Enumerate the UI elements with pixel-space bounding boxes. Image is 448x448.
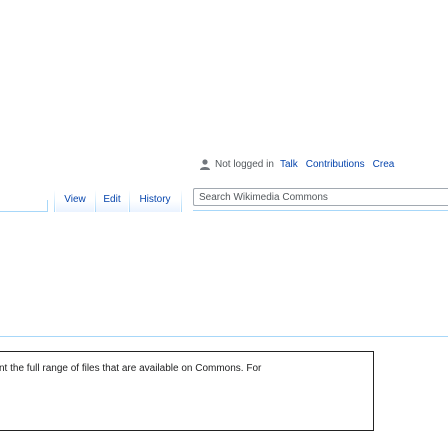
notice-box: nt the full range of files that are avai…: [0, 351, 374, 431]
talk-link[interactable]: Talk: [280, 159, 298, 170]
notice-text: nt the full range of files that are avai…: [0, 363, 262, 374]
tab-divider: [54, 190, 55, 212]
tabs-baseline: [193, 210, 448, 211]
contributions-link[interactable]: Contributions: [306, 159, 365, 170]
namespace-tabs-stub: [0, 186, 48, 212]
personal-tools: Not logged in Talk Contributions Crea: [199, 159, 402, 170]
tab-history[interactable]: History: [130, 186, 180, 212]
not-logged-in-label: Not logged in: [215, 159, 274, 170]
search-input[interactable]: Search Wikimedia Commons: [193, 188, 448, 206]
tab-divider: [181, 190, 182, 212]
tab-view[interactable]: View: [56, 186, 94, 212]
tab-edit[interactable]: Edit: [96, 186, 128, 212]
page-actions-bar: View Edit History Search Wikimedia Commo…: [0, 186, 448, 216]
create-account-link[interactable]: Crea: [373, 159, 395, 170]
user-icon: [199, 159, 211, 170]
